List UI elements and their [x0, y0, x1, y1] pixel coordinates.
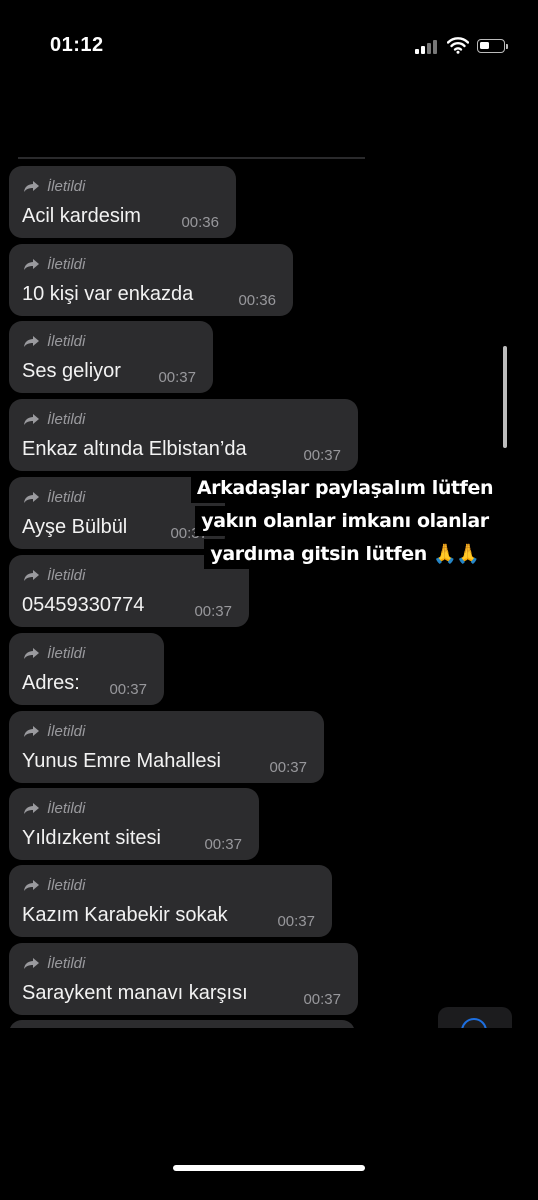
forwarded-label: İletildi: [23, 255, 85, 273]
scrollbar[interactable]: [503, 346, 507, 448]
forwarded-label: İletildi: [23, 566, 85, 584]
forwarded-label: İletildi: [23, 332, 85, 350]
forward-arrow-icon: [24, 957, 39, 969]
forwarded-label: İletildi: [23, 722, 85, 740]
message-time: 00:37: [158, 369, 196, 386]
status-time: 01:12: [50, 34, 104, 56]
message-text: Kazım Karabekir sokak: [22, 904, 228, 926]
message-text: Yunus Emre Mahallesi: [22, 750, 221, 772]
forwarded-label: İletildi: [23, 876, 85, 894]
message-bubble[interactable]: İletildi Yunus Emre Mahallesi 00:37: [9, 711, 324, 783]
chat-message-list[interactable]: İletildi Acil kardesim 00:36 İletildi 10…: [0, 162, 538, 1028]
forwarded-text: İletildi: [47, 566, 86, 584]
forwarded-label: İletildi: [23, 799, 85, 817]
forward-arrow-icon: [24, 725, 39, 737]
message-text: Yıldızkent sitesi: [22, 827, 161, 849]
message-text: Ayşe Bülbül: [22, 516, 128, 538]
signal-icon: [415, 40, 437, 54]
message-bubble[interactable]: İletildi Ses geliyor 00:37: [9, 321, 213, 393]
message-time: 00:37: [303, 991, 341, 1008]
message-text: 05459330774: [22, 594, 145, 616]
overlay-line-3-text: yardıma gitsin lütfen: [210, 543, 427, 565]
forward-arrow-icon: [24, 258, 39, 270]
message-time: 00:37: [269, 759, 307, 776]
forwarded-label: İletildi: [23, 488, 85, 506]
message-time: 00:37: [277, 913, 315, 930]
scroll-down-button[interactable]: [438, 1007, 512, 1028]
battery-icon: [477, 39, 508, 53]
message-bubble[interactable]: İletildi Acil kardesim 00:36: [9, 166, 236, 238]
message-time: 00:37: [303, 447, 341, 464]
forward-arrow-icon: [24, 491, 39, 503]
forward-arrow-icon: [24, 879, 39, 891]
forwarded-text: İletildi: [47, 177, 86, 195]
message-bubble[interactable]: İletildi Adres: 00:37: [9, 633, 164, 705]
forwarded-text: İletildi: [47, 876, 86, 894]
forwarded-text: İletildi: [47, 644, 86, 662]
message-text: Ses geliyor: [22, 360, 121, 382]
message-bubble[interactable]: İletildi Yıldızkent sitesi 00:37: [9, 788, 259, 860]
forwarded-label: İletildi: [23, 177, 85, 195]
forwarded-label: İletildi: [23, 644, 85, 662]
forwarded-text: İletildi: [47, 332, 86, 350]
forward-arrow-icon: [24, 569, 39, 581]
arrow-down-icon: [461, 1018, 487, 1028]
status-bar: 01:12: [0, 0, 538, 90]
forward-arrow-icon: [24, 802, 39, 814]
message-text: Enkaz altında Elbistan’da: [22, 438, 247, 460]
message-bubble[interactable]: İletildi Saraykent manavı karşısı 00:37: [9, 943, 358, 1015]
message-time: 00:36: [181, 214, 219, 231]
praying-hands-icon: 🙏🙏: [433, 543, 480, 565]
forward-arrow-icon: [24, 180, 39, 192]
forward-arrow-icon: [24, 413, 39, 425]
forwarded-text: İletildi: [47, 410, 86, 428]
home-indicator[interactable]: [173, 1165, 365, 1171]
forwarded-label: İletildi: [23, 410, 85, 428]
message-bubble-partial[interactable]: [9, 1020, 355, 1028]
forwarded-text: İletildi: [47, 954, 86, 972]
forwarded-text: İletildi: [47, 255, 86, 273]
overlay-line-2: yakın olanlar imkanı olanlar: [195, 506, 495, 536]
message-bubble[interactable]: İletildi 10 kişi var enkazda 00:36: [9, 244, 293, 316]
message-time: 00:36: [238, 292, 276, 309]
message-bubble[interactable]: İletildi Kazım Karabekir sokak 00:37: [9, 865, 332, 937]
forwarded-text: İletildi: [47, 488, 86, 506]
story-text-overlay: Arkadaşlar paylaşalım lütfen yakın olanl…: [180, 473, 510, 572]
overlay-line-1: Arkadaşlar paylaşalım lütfen: [190, 473, 500, 503]
forwarded-text: İletildi: [47, 799, 86, 817]
forward-arrow-icon: [24, 647, 39, 659]
message-bubble[interactable]: İletildi Enkaz altında Elbistan’da 00:37: [9, 399, 358, 471]
wifi-icon: [447, 37, 469, 54]
forwarded-text: İletildi: [47, 722, 86, 740]
message-text: 10 kişi var enkazda: [22, 283, 194, 305]
message-text: Acil kardesim: [22, 205, 141, 227]
message-text: Saraykent manavı karşısı: [22, 982, 248, 1004]
message-time: 00:37: [194, 603, 232, 620]
overlay-line-3: yardıma gitsin lütfen 🙏🙏: [204, 539, 486, 569]
message-time: 00:37: [204, 836, 242, 853]
forwarded-label: İletildi: [23, 954, 85, 972]
message-time: 00:37: [109, 681, 147, 698]
message-text: Adres:: [22, 672, 80, 694]
forward-arrow-icon: [24, 335, 39, 347]
divider: [18, 157, 365, 159]
